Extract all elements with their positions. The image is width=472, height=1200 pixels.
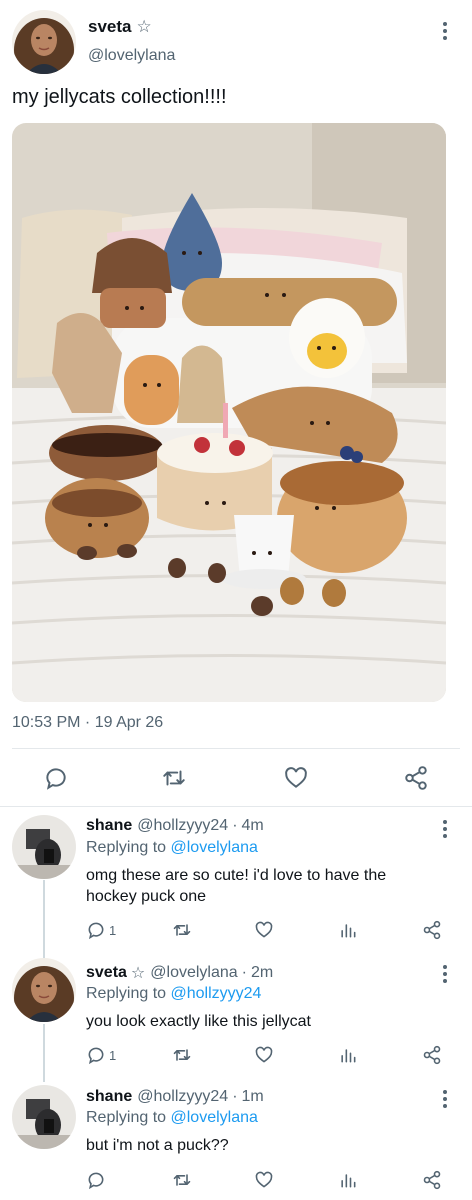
reply-time: 2m [251, 964, 274, 981]
divider [12, 748, 460, 749]
separator-dot: · [232, 1088, 238, 1105]
more-options-icon[interactable] [438, 19, 452, 43]
replying-prefix: Replying to [86, 1109, 167, 1126]
replying-to: Replying to @lovelylana [86, 839, 258, 857]
replying-to: Replying to @hollzyyy24 [86, 985, 261, 1003]
tweet-photo[interactable] [12, 123, 446, 702]
reply-button[interactable]: 1 [86, 1043, 116, 1067]
author-name[interactable]: shane [86, 817, 132, 835]
reply-header: sveta ☆ @lovelylana · 2m [86, 963, 273, 983]
reply-time: 1m [241, 1088, 264, 1105]
author-name[interactable]: sveta [86, 964, 127, 982]
reply-text: but i'm not a puck?? [86, 1137, 229, 1154]
share-icon[interactable] [422, 918, 442, 942]
avatar[interactable] [12, 958, 76, 1022]
thread-line [43, 880, 45, 958]
reply-icon [88, 1047, 104, 1065]
like-icon[interactable] [254, 1043, 274, 1067]
reply-count: 1 [109, 1047, 117, 1063]
author-name[interactable]: shane [86, 1088, 132, 1106]
mention-link[interactable]: @lovelylana [171, 839, 258, 856]
reply-header: shane @hollzyyy24 · 1m [86, 1088, 264, 1106]
reply-header: shane @hollzyyy24 · 4m [86, 817, 264, 835]
star-icon: ☆ [136, 17, 152, 36]
author-handle[interactable]: @hollzyyy24 [137, 1088, 228, 1106]
reply-actions [86, 1168, 456, 1192]
mention-link[interactable]: @lovelylana [171, 1109, 258, 1126]
author-handle[interactable]: @lovelylana [150, 964, 237, 982]
tweet-actions [0, 760, 472, 796]
reply-icon[interactable] [42, 764, 70, 792]
reply-text: you look exactly like this jellycat [86, 1013, 311, 1030]
analytics-icon[interactable] [338, 1043, 358, 1067]
replying-prefix: Replying to [86, 839, 167, 856]
separator-dot: · [241, 964, 247, 981]
divider [0, 806, 472, 807]
more-options-icon[interactable] [438, 817, 452, 841]
reply-time: 4m [241, 817, 264, 834]
mention-link[interactable]: @hollzyyy24 [171, 985, 262, 1002]
reply-count: 1 [109, 922, 117, 938]
reply-actions: 1 [86, 1043, 456, 1067]
avatar[interactable] [12, 10, 76, 74]
separator-dot: · [232, 817, 238, 834]
star-icon: ☆ [130, 965, 146, 982]
retweet-icon[interactable] [160, 764, 188, 792]
author-name-row: sveta ☆ [88, 17, 152, 37]
author-handle[interactable]: @lovelylana [88, 47, 175, 65]
like-icon[interactable] [254, 918, 274, 942]
analytics-icon[interactable] [338, 1168, 358, 1192]
share-icon[interactable] [402, 764, 430, 792]
like-icon[interactable] [254, 1168, 274, 1192]
reply-text: omg these are so cute! i'd love to have … [86, 867, 387, 905]
author-name[interactable]: sveta [88, 17, 131, 37]
reply-button[interactable]: 1 [86, 918, 116, 942]
avatar[interactable] [12, 1085, 76, 1149]
tweet-timestamp: 10:53 PM · 19 Apr 26 [12, 714, 164, 731]
analytics-icon[interactable] [338, 918, 358, 942]
reply-actions: 1 [86, 918, 456, 942]
more-options-icon[interactable] [438, 962, 452, 986]
reply-icon [88, 1172, 104, 1190]
retweet-icon[interactable] [172, 1168, 192, 1192]
replying-prefix: Replying to [86, 985, 167, 1002]
more-options-icon[interactable] [438, 1087, 452, 1111]
author-handle[interactable]: @hollzyyy24 [137, 817, 228, 835]
reply-icon [88, 922, 104, 940]
retweet-icon[interactable] [172, 918, 192, 942]
avatar[interactable] [12, 815, 76, 879]
like-icon[interactable] [282, 764, 310, 792]
thread-line [43, 1024, 45, 1082]
replying-to: Replying to @lovelylana [86, 1109, 258, 1127]
reply-button[interactable] [86, 1168, 109, 1192]
retweet-icon[interactable] [172, 1043, 192, 1067]
share-icon[interactable] [422, 1043, 442, 1067]
share-icon[interactable] [422, 1168, 442, 1192]
tweet-text: my jellycats collection!!!! [12, 86, 227, 108]
